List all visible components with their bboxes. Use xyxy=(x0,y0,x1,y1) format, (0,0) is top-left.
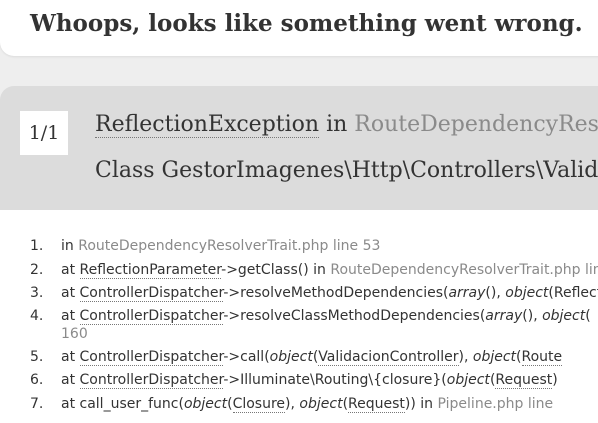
frame-file-location: RouteDependencyResolverTrait.php line 53 xyxy=(78,238,381,254)
frame-class-link[interactable]: ControllerDispatcher xyxy=(79,285,224,302)
frame-text-segment: ( xyxy=(585,308,591,324)
frame-text-segment: (ReflectionMethod)) in xyxy=(548,285,598,301)
frame-text: at ControllerDispatcher->Illuminate\Rout… xyxy=(61,371,558,389)
exception-location: RouteDependencyResolverTrait.php line 53 xyxy=(354,112,598,137)
exception-heading: ReflectionException in RouteDependencyRe… xyxy=(95,112,598,138)
frame-text: in RouteDependencyResolverTrait.php line… xyxy=(61,237,380,255)
frame-text-segment: ->Illuminate\Routing\{closure}( xyxy=(223,372,447,388)
frame-text-segment: ( xyxy=(516,349,522,365)
frame-text-segment: )) in xyxy=(404,396,438,412)
error-page: Whoops, looks like something went wrong.… xyxy=(0,0,598,423)
frame-number: 5. xyxy=(30,349,44,365)
frame-class-link[interactable]: ControllerDispatcher xyxy=(79,372,224,389)
frame-text: at call_user_func(object(Closure), objec… xyxy=(61,395,553,413)
frame-text-segment: at xyxy=(61,372,80,388)
frame-continuation: 160 xyxy=(61,326,88,342)
frame-file-location: Pipeline.php line xyxy=(437,396,554,412)
frame-text: at ControllerDispatcher->call(object(Val… xyxy=(61,348,563,366)
exception-class[interactable]: ReflectionException xyxy=(95,112,320,138)
frame-class-link[interactable]: Request xyxy=(495,372,553,389)
exception-message: Class GestorImagenes\Http\Controllers\Va… xyxy=(95,158,598,183)
error-title: Whoops, looks like something went wrong. xyxy=(30,10,583,37)
frame-number: 6. xyxy=(30,372,44,388)
frame-text-segment: ->resolveMethodDependencies( xyxy=(223,285,449,301)
exception-in-word: in xyxy=(319,112,355,137)
stack-trace: 1. in RouteDependencyResolverTrait.php li… xyxy=(0,210,598,423)
frame-file-location: RouteDependencyResolverTrait.php line 53 xyxy=(330,262,598,278)
frame-text-segment: at call_user_func( xyxy=(61,396,184,412)
exception-panel: 1/1 ReflectionException in RouteDependen… xyxy=(0,86,598,210)
frame-text-segment: object xyxy=(183,396,228,412)
frame-text: at ReflectionParameter->getClass() in Ro… xyxy=(61,261,598,279)
frame-text-segment: (), xyxy=(522,308,543,324)
frame-number: 4. xyxy=(30,308,44,324)
frame-text-segment: object xyxy=(446,372,490,388)
frame-text-segment: array xyxy=(485,308,523,324)
frame-text-segment: object xyxy=(299,396,343,412)
frame-text-segment: ), xyxy=(285,396,300,412)
frame-text-segment: ->call( xyxy=(223,349,270,365)
frame-text-segment: object xyxy=(505,285,549,301)
frame-class-link[interactable]: ControllerDispatcher xyxy=(79,308,224,325)
frame-class-link[interactable]: ValidacionController xyxy=(318,349,459,366)
frame-text: at ControllerDispatcher->resolveClassMet… xyxy=(61,307,591,325)
frame-number: 7. xyxy=(30,396,44,412)
frame-class-link[interactable]: Closure xyxy=(232,396,286,413)
error-header: Whoops, looks like something went wrong. xyxy=(0,0,598,56)
frame-text-segment: array xyxy=(448,285,486,301)
exception-position-badge: 1/1 xyxy=(20,111,68,155)
frame-text-segment: (), xyxy=(485,285,506,301)
frame-text-segment: object xyxy=(269,349,313,365)
frame-number: 2. xyxy=(30,262,44,278)
frame-text-segment: at xyxy=(61,262,80,278)
frame-text-segment: ->getClass() in xyxy=(221,262,331,278)
frame-text-segment: at xyxy=(61,349,80,365)
frame-text-segment: at xyxy=(61,285,80,301)
frame-text-segment: ->resolveClassMethodDependencies( xyxy=(223,308,486,324)
frame-class-link[interactable]: ControllerDispatcher xyxy=(79,349,224,366)
frame-text: at ControllerDispatcher->resolveMethodDe… xyxy=(61,284,598,302)
frame-number: 3. xyxy=(30,285,44,301)
frame-class-link[interactable]: ReflectionParameter xyxy=(79,262,222,279)
frame-text-segment: object xyxy=(542,308,586,324)
frame-class-link[interactable]: Request xyxy=(348,396,405,413)
frame-text-segment: at xyxy=(61,308,80,324)
frame-number: 1. xyxy=(30,238,44,254)
frame-text-segment: ) xyxy=(552,372,558,388)
frame-text-segment: ), xyxy=(458,349,473,365)
frame-text-segment: in xyxy=(61,238,79,254)
frame-text-segment: object xyxy=(472,349,517,365)
frame-class-link[interactable]: Route xyxy=(521,349,563,366)
frame-text-segment: ( xyxy=(227,396,233,412)
